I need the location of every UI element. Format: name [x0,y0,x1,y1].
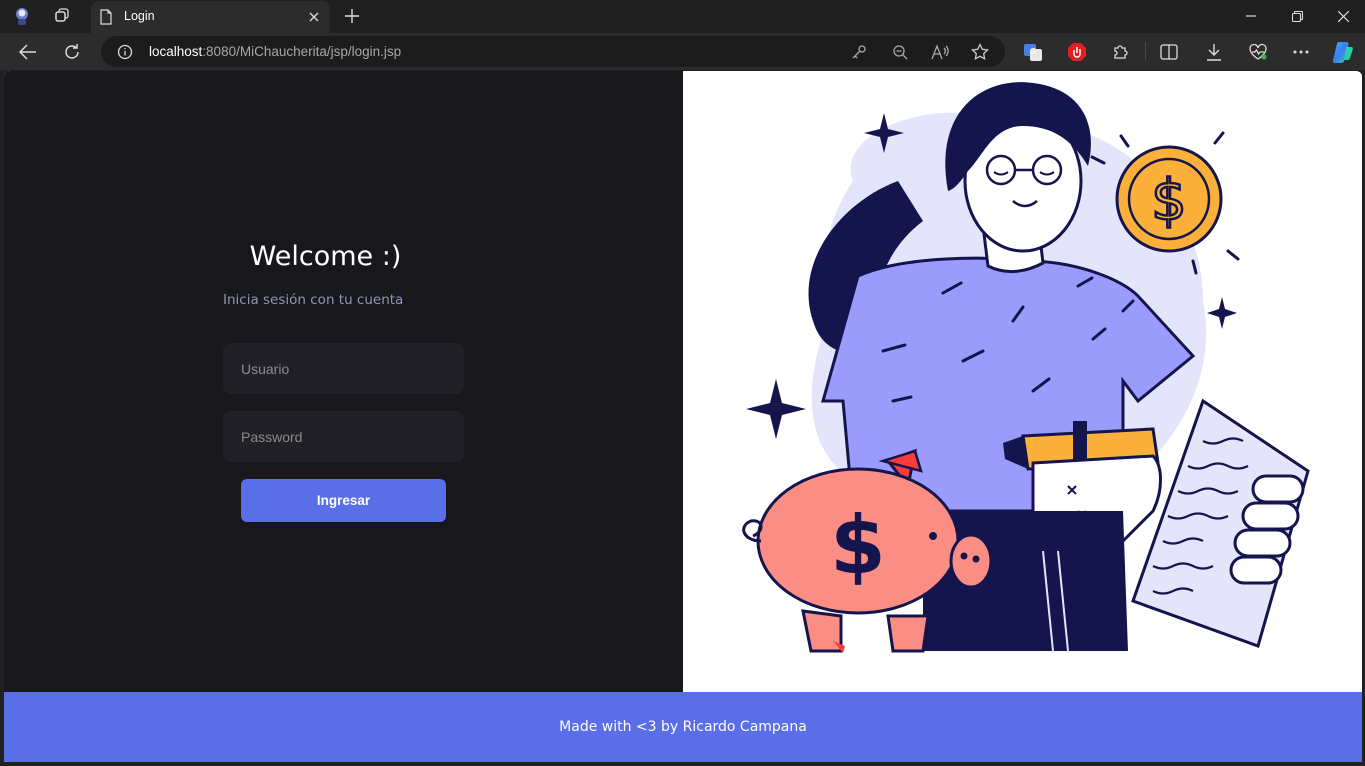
downloads-icon[interactable] [1202,40,1226,64]
read-aloud-icon[interactable] [930,42,950,62]
tab-bar: Login [0,0,1365,33]
username-input[interactable] [223,343,464,394]
minimize-icon[interactable] [1239,5,1263,27]
url-path: :8080/MiChaucherita/jsp/login.jsp [202,44,402,59]
new-tab-icon[interactable] [342,6,362,26]
login-panel: Welcome :) Inicia sesión con tu cuenta I… [4,71,683,692]
sparkle-icon [746,379,806,439]
favorite-star-icon[interactable] [970,42,990,62]
toolbar-divider [1145,42,1146,60]
sparkle-icon [1207,297,1237,329]
address-bar[interactable]: localhost:8080/MiChaucherita/jsp/login.j… [101,36,1005,67]
restore-icon[interactable] [1285,5,1309,27]
page-icon [99,9,113,29]
site-info-icon[interactable] [115,42,135,62]
profile-avatar-icon[interactable] [11,5,33,27]
workspaces-icon[interactable] [51,5,73,27]
url-text: localhost:8080/MiChaucherita/jsp/login.j… [149,44,401,59]
svg-text:$: $ [1151,168,1187,233]
more-menu-icon[interactable] [1289,40,1313,64]
welcome-heading: Welcome :) [249,241,402,272]
copilot-icon[interactable] [1331,40,1355,64]
footer-credit: Made with <3 by Ricardo Campana [559,719,807,735]
translate-extension-icon[interactable]: G [1021,40,1045,64]
split-screen-icon[interactable] [1157,40,1181,64]
browser-essentials-icon[interactable] [1246,40,1270,64]
svg-text:G: G [1030,47,1036,56]
close-window-icon[interactable] [1331,5,1355,27]
password-input[interactable] [223,411,464,462]
browser-toolbar: localhost:8080/MiChaucherita/jsp/login.j… [0,33,1365,70]
key-icon[interactable] [849,42,869,62]
adblock-extension-icon[interactable] [1065,40,1089,64]
svg-text:$: $ [830,499,886,592]
tab-login[interactable]: Login [91,1,330,33]
close-tab-icon[interactable] [306,9,322,25]
zoom-out-icon[interactable] [890,42,910,62]
hero-illustration-panel: $ $ [683,71,1362,692]
login-subtitle: Inicia sesión con tu cuenta [223,292,404,308]
page-viewport: Welcome :) Inicia sesión con tu cuenta I… [4,71,1362,762]
page-footer: Made with <3 by Ricardo Campana [4,692,1362,762]
finance-illustration: $ $ [742,82,1310,653]
extensions-puzzle-icon[interactable] [1109,40,1133,64]
url-host: localhost [149,44,203,59]
login-submit-button[interactable]: Ingresar [241,479,446,522]
back-arrow-icon[interactable] [16,40,40,64]
refresh-icon[interactable] [60,40,84,64]
tab-title: Login [124,9,155,23]
